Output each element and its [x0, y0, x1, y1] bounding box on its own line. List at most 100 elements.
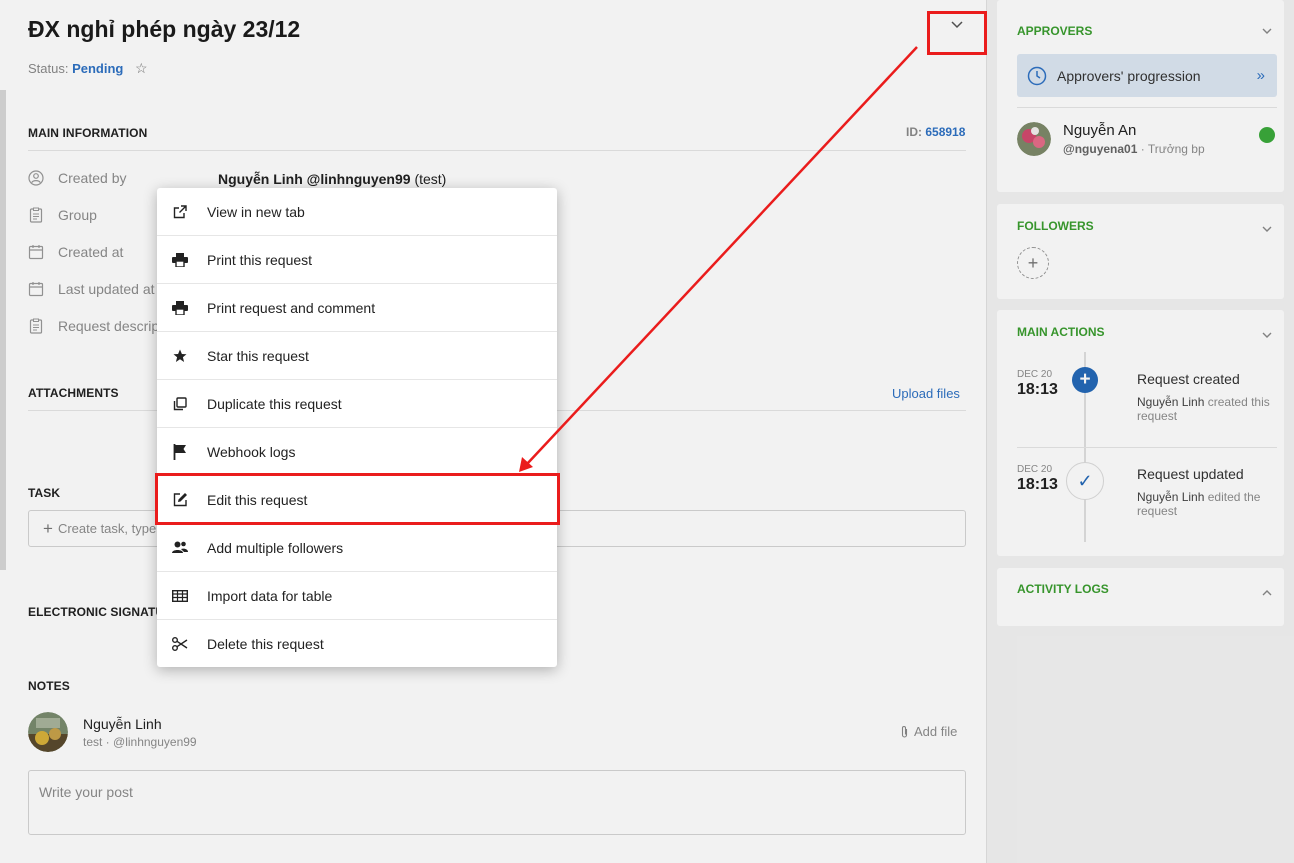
info-label: Group: [58, 207, 97, 223]
menu-item-duplicate-request[interactable]: Duplicate this request: [157, 380, 557, 428]
divider: [1017, 447, 1277, 448]
followers-heading[interactable]: FOLLOWERS: [1017, 219, 1094, 233]
paperclip-icon: [900, 725, 909, 739]
add-follower-button[interactable]: +: [1017, 247, 1049, 279]
plus-icon: +: [43, 518, 53, 538]
approvers-card: APPROVERS Approvers' progression » Nguyễ: [997, 0, 1284, 192]
clipboard-icon: [28, 207, 44, 223]
approvers-progression-button[interactable]: Approvers' progression »: [1017, 54, 1277, 97]
approver-sub: @nguyena01 · Trưởng bp: [1063, 142, 1205, 156]
status-line: Status: Pending ☆: [28, 60, 148, 77]
event-time: 18:13: [1017, 381, 1058, 398]
main-actions-card: MAIN ACTIONS: [997, 310, 1284, 556]
external-link-icon: [172, 204, 188, 220]
request-id-value[interactable]: 658918: [925, 125, 965, 139]
scrollbar[interactable]: [0, 90, 6, 570]
note-author-name: Nguyễn Linh: [83, 715, 162, 732]
menu-item-label: Duplicate this request: [207, 395, 342, 412]
menu-item-label: Webhook logs: [207, 443, 296, 460]
creator-suffix: (test): [410, 171, 447, 187]
creator-value: Nguyễn Linh @linhnguyen99 (test): [218, 171, 446, 187]
chevron-down-icon[interactable]: [1262, 326, 1272, 344]
double-chevron-right-icon: »: [1256, 67, 1265, 84]
menu-item-label: Import data for table: [207, 587, 333, 604]
event-desc: Nguyễn Linh created this request: [1137, 395, 1282, 423]
divider: [1017, 107, 1277, 108]
menu-item-view-in-new-tab[interactable]: View in new tab: [157, 188, 557, 236]
divider: [28, 150, 966, 151]
chevron-up-icon[interactable]: [1262, 583, 1272, 601]
event-date: DEC 20: [1017, 369, 1053, 380]
chevron-down-icon[interactable]: [1262, 220, 1272, 238]
post-input[interactable]: Write your post: [28, 770, 966, 835]
info-label: Created by: [58, 170, 127, 186]
event-title: Request created: [1137, 371, 1240, 387]
info-row-created-by: Created by: [28, 170, 126, 186]
more-actions-button[interactable]: [929, 12, 985, 54]
approver-name: Nguyễn An: [1063, 122, 1137, 139]
menu-item-label: View in new tab: [207, 203, 305, 220]
approver-role: · Trưởng bp: [1137, 142, 1205, 156]
printer-icon: [172, 300, 188, 316]
info-row-last-updated: Last updated at: [28, 281, 155, 297]
menu-item-star-request[interactable]: Star this request: [157, 332, 557, 380]
right-sidebar: APPROVERS Approvers' progression » Nguyễ: [987, 0, 1294, 863]
approvers-progression-label: Approvers' progression: [1057, 67, 1201, 84]
star-icon[interactable]: ☆: [135, 60, 148, 76]
approver-handle: @nguyena01: [1063, 142, 1138, 156]
menu-item-print-request-comment[interactable]: Print request and comment: [157, 284, 557, 332]
edit-icon: [172, 492, 188, 508]
event-date: DEC 20: [1017, 464, 1053, 475]
avatar: [1017, 122, 1051, 156]
note-author-handle: test · @linhnguyen99: [83, 734, 197, 749]
clipboard-icon: [28, 318, 44, 334]
calendar-icon: [28, 244, 44, 260]
approver-item[interactable]: Nguyễn An @nguyena01 · Trưởng bp: [1017, 122, 1205, 156]
star-icon: [172, 348, 188, 364]
clock-icon: [1027, 66, 1047, 86]
plus-circle-icon: +: [1072, 367, 1098, 393]
add-file-button[interactable]: Add file: [900, 724, 957, 739]
status-label: Status:: [28, 61, 69, 76]
menu-item-edit-request[interactable]: Edit this request: [157, 476, 557, 524]
info-row-group: Group: [28, 207, 97, 223]
users-icon: [172, 540, 188, 556]
menu-item-label: Star this request: [207, 347, 309, 364]
page-title: ĐX nghỉ phép ngày 23/12: [28, 16, 301, 42]
menu-item-label: Delete this request: [207, 636, 324, 652]
info-label: Request descrip: [58, 318, 160, 334]
printer-icon: [172, 252, 188, 268]
menu-item-label: Print this request: [207, 251, 313, 268]
request-id: ID: 658918: [906, 125, 965, 139]
note-author: Nguyễn Linh test · @linhnguyen99: [28, 712, 197, 752]
menu-item-import-table[interactable]: Import data for table: [157, 572, 557, 620]
creator-name[interactable]: Nguyễn Linh @linhnguyen99: [218, 171, 411, 187]
flag-icon: [172, 443, 188, 460]
menu-item-label: Add multiple followers: [207, 539, 344, 556]
copy-icon: [172, 396, 188, 412]
avatar: [28, 712, 68, 752]
electronic-signature-heading: ELECTRONIC SIGNATUR: [28, 605, 174, 619]
main-actions-heading[interactable]: MAIN ACTIONS: [1017, 325, 1105, 339]
approvers-heading[interactable]: APPROVERS: [1017, 24, 1092, 38]
activity-logs-card: ACTIVITY LOGS: [997, 568, 1284, 626]
activity-logs-heading[interactable]: ACTIVITY LOGS: [1017, 582, 1109, 596]
upload-files-link[interactable]: Upload files: [892, 386, 960, 401]
post-placeholder: Write your post: [39, 784, 133, 800]
user-icon: [28, 170, 44, 186]
request-id-label: ID:: [906, 125, 922, 139]
task-placeholder: Create task, type: [57, 521, 157, 536]
menu-item-delete-request[interactable]: Delete this request: [157, 620, 557, 668]
menu-item-add-followers[interactable]: Add multiple followers: [157, 524, 557, 572]
event-time: 18:13: [1017, 476, 1058, 493]
chevron-down-icon[interactable]: [1262, 22, 1272, 40]
attachments-heading: ATTACHMENTS: [28, 386, 119, 400]
menu-item-webhook-logs[interactable]: Webhook logs: [157, 428, 557, 476]
table-icon: [172, 588, 188, 604]
main-information-heading: MAIN INFORMATION: [28, 126, 148, 140]
task-heading: TASK: [28, 486, 61, 500]
menu-item-print-request[interactable]: Print this request: [157, 236, 557, 284]
menu-item-label: Print request and comment: [207, 299, 376, 316]
info-row-created-at: Created at: [28, 244, 123, 260]
event-desc: Nguyễn Linh edited the request: [1137, 490, 1282, 518]
